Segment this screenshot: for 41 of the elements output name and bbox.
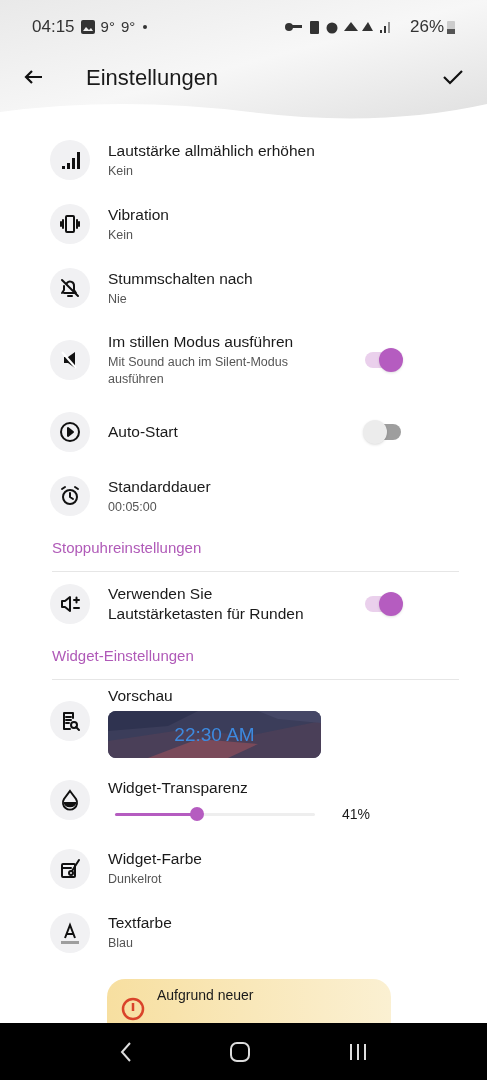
battery-icon — [447, 20, 455, 34]
setting-value: Kein — [108, 226, 135, 244]
setting-value: Blau — [108, 935, 135, 952]
setting-title: Verwenden Sie Lautstärketasten für Runden — [108, 584, 305, 624]
play-circle-icon — [58, 420, 82, 444]
setting-title: Vibration — [108, 204, 170, 225]
status-time: 04:15 — [32, 16, 75, 39]
text-color-icon — [58, 920, 82, 945]
setting-title: Stummschalten nach — [108, 268, 254, 289]
slider-thumb[interactable] — [190, 807, 204, 821]
image-icon — [80, 20, 95, 34]
vibrate-icon — [58, 212, 82, 236]
setting-value: 00:05:00 — [108, 498, 158, 516]
setting-title: Widget-Farbe — [108, 849, 203, 869]
paint-brush-icon — [58, 856, 82, 881]
setting-title: Lautstärke allmählich erhöhen — [108, 140, 316, 161]
back-nav-icon[interactable] — [118, 1040, 133, 1063]
setting-title: Widget-Transparenz — [108, 778, 249, 799]
bell-off-icon — [58, 276, 82, 300]
section-header: Stoppuhreinstellungen — [52, 539, 202, 556]
setting-title: Vorschau — [108, 686, 174, 706]
setting-value: Kein — [108, 162, 135, 180]
weather-temperature: 9° — [100, 16, 115, 37]
battery-percentage: 26% — [409, 16, 444, 39]
setting-value: Nie — [108, 290, 128, 308]
setting-value: Mit Sound auch im Silent-Modus ausführen — [108, 354, 289, 388]
alarm-clock-icon — [58, 484, 82, 508]
home-nav-icon[interactable] — [230, 1041, 251, 1062]
widget-time: 22:30 AM — [174, 722, 255, 747]
recents-nav-icon[interactable] — [348, 1042, 369, 1061]
warning-icon — [121, 996, 145, 1021]
setting-title: Textfarbe — [108, 913, 173, 933]
weather-temperature: 9° — [120, 16, 136, 37]
section-header: Widget-Einstellungen — [52, 647, 194, 664]
setting-value: Dunkelrot — [108, 871, 163, 888]
page-title: Einstellungen — [86, 63, 219, 92]
setting-title: Im stillen Modus ausführen — [108, 332, 295, 352]
setting-title: Auto-Start — [108, 422, 179, 442]
banner-text: Aufgrund neuer — [157, 985, 254, 1005]
setting-title: Standarddauer — [108, 476, 212, 497]
slider-value: 41% — [342, 804, 371, 824]
